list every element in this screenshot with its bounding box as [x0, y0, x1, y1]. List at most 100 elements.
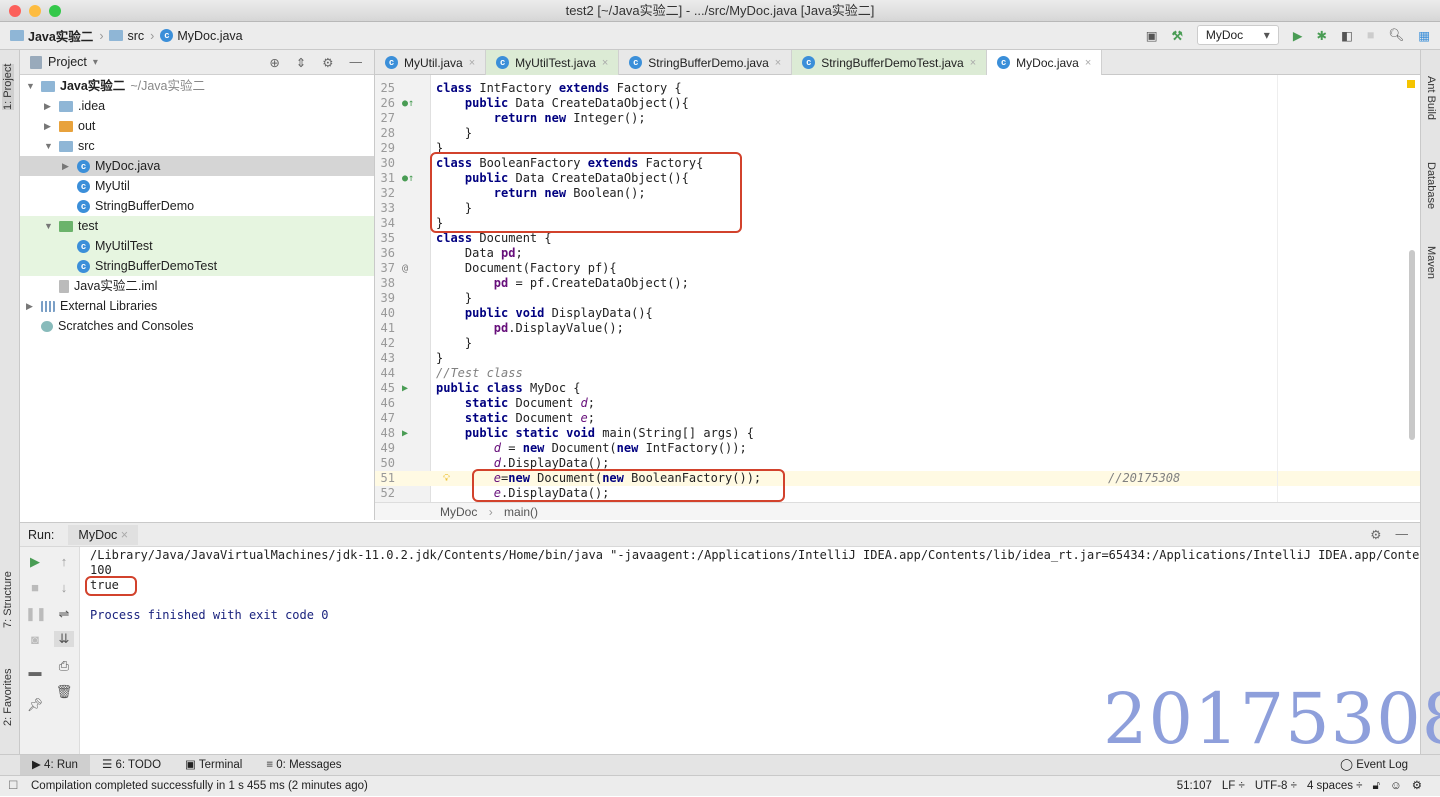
line-number: 29: [380, 141, 395, 155]
run-icon[interactable]: ▶: [1293, 28, 1303, 43]
gear-icon[interactable]: ⚙: [1370, 527, 1381, 542]
expand-arrow-icon[interactable]: ▼: [44, 136, 54, 156]
tree-item[interactable]: c StringBufferDemoTest: [20, 256, 374, 276]
gear-icon[interactable]: ⚙: [322, 55, 333, 70]
tree-item[interactable]: ▼ Java实验二 ~/Java实验二: [20, 76, 374, 96]
tree-item[interactable]: c MyUtil: [20, 176, 374, 196]
scroll-to-end-icon[interactable]: ⇊: [54, 631, 74, 647]
project-structure-icon[interactable]: ▦: [1418, 28, 1430, 43]
debug-bug-icon[interactable]: ✱: [1316, 28, 1326, 43]
close-tab-icon[interactable]: ×: [469, 57, 475, 69]
print-icon[interactable]: ⎙: [54, 658, 74, 674]
camera-icon[interactable]: ◙: [25, 632, 45, 647]
tree-item[interactable]: c StringBufferDemo: [20, 196, 374, 216]
editor-tab[interactable]: c MyUtilTest.java ×: [486, 50, 620, 75]
crumb-method[interactable]: main(): [504, 505, 538, 519]
tab-label: MyDoc.java: [1016, 55, 1079, 70]
expand-arrow-icon[interactable]: ▶: [44, 96, 54, 116]
pause-icon[interactable]: ❚❚: [25, 606, 47, 622]
locate-crosshair-icon[interactable]: ⊕: [269, 55, 279, 70]
hector-icon[interactable]: ☺: [1390, 776, 1402, 797]
editor-scrollbar[interactable]: [1409, 250, 1415, 440]
tool-tab-maven[interactable]: Maven: [1425, 246, 1437, 279]
hide-panel-icon[interactable]: —: [350, 55, 363, 70]
search-icon[interactable]: 🔍︎: [1388, 28, 1404, 43]
breadcrumb-src[interactable]: src: [109, 29, 144, 43]
crumb-class[interactable]: MyDoc: [440, 505, 477, 519]
close-tab-icon[interactable]: ×: [970, 57, 976, 69]
editor-tab[interactable]: c StringBufferDemo.java ×: [619, 50, 793, 75]
editor-tab[interactable]: c StringBufferDemoTest.java ×: [792, 50, 988, 75]
crumb-label: src: [127, 28, 145, 43]
close-window-button[interactable]: [9, 5, 21, 17]
expand-arrow-icon[interactable]: ▼: [44, 216, 54, 236]
run-tab-mydoc[interactable]: MyDoc ×: [68, 524, 139, 545]
code-editor[interactable]: 25 class IntFactory extends Factory {26 ●↑…: [375, 75, 1420, 502]
editor-tab[interactable]: c MyDoc.java ×: [987, 50, 1103, 75]
lock-icon[interactable]: 🔓︎: [1372, 776, 1379, 797]
code-text: public Data CreateDataObject(){: [436, 96, 689, 111]
tree-item[interactable]: ▶ out: [20, 116, 374, 136]
soft-wrap-icon[interactable]: ⇌: [54, 606, 74, 622]
caret-position[interactable]: 51:107: [1177, 776, 1212, 797]
tool-tab-messages[interactable]: ≡ 0: Messages: [254, 755, 353, 776]
breadcrumb-project[interactable]: Java实验二: [10, 26, 93, 45]
event-log-button[interactable]: ◯ Event Log: [1328, 755, 1420, 776]
tree-item[interactable]: ▼ src: [20, 136, 374, 156]
inspection-status-icon[interactable]: [1407, 80, 1415, 88]
collapse-all-icon[interactable]: ⇕: [296, 55, 306, 70]
run-panel-icon[interactable]: ▣: [1146, 28, 1158, 43]
breadcrumb-file[interactable]: c MyDoc.java: [160, 29, 243, 43]
build-hammer-icon[interactable]: ⚒: [1172, 28, 1183, 43]
encoding-select[interactable]: UTF-8 ÷: [1255, 776, 1297, 797]
tool-tab-run[interactable]: ▶ 4: Run: [20, 754, 90, 776]
up-arrow-icon[interactable]: ↑: [54, 554, 74, 569]
code-token: Factory {: [609, 81, 682, 95]
tool-tab-ant-build[interactable]: Ant Build: [1425, 76, 1437, 120]
hide-panel-icon[interactable]: —: [1396, 527, 1409, 542]
stop-icon[interactable]: ■: [25, 580, 45, 595]
tree-item[interactable]: ▶ c MyDoc.java: [20, 156, 374, 176]
tree-item[interactable]: c MyUtilTest: [20, 236, 374, 256]
tree-item[interactable]: ▶ External Libraries: [20, 296, 374, 316]
tool-tab-structure[interactable]: 7: Structure: [2, 571, 14, 628]
expand-arrow-icon[interactable]: ▶: [44, 116, 54, 136]
close-tab-icon[interactable]: ×: [602, 57, 608, 69]
tool-tab-favorites[interactable]: 2: Favorites: [2, 669, 14, 726]
project-view-select[interactable]: Project: [48, 55, 87, 69]
tree-item[interactable]: Scratches and Consoles: [20, 316, 374, 336]
tool-tab-project[interactable]: 1: Project: [2, 63, 14, 110]
expand-arrow-icon[interactable]: ▶: [62, 156, 72, 176]
tree-item[interactable]: ▶ .idea: [20, 96, 374, 116]
close-tab-icon[interactable]: ×: [775, 57, 781, 69]
pin-icon[interactable]: 📌︎: [25, 697, 45, 713]
class-icon: c: [77, 159, 90, 173]
layout-icon[interactable]: ▬: [25, 664, 45, 679]
tool-tab-database[interactable]: Database: [1425, 162, 1437, 209]
close-tab-icon[interactable]: ×: [1085, 57, 1091, 69]
tree-item[interactable]: Java实验二.iml: [20, 276, 374, 296]
run-configuration-select[interactable]: MyDoc ▾: [1196, 25, 1279, 45]
tree-item[interactable]: ▼ test: [20, 216, 374, 236]
stop-icon[interactable]: ■: [1367, 28, 1375, 42]
memory-icon[interactable]: ⚙: [1412, 776, 1422, 797]
expand-arrow-icon[interactable]: ▼: [26, 76, 36, 96]
rerun-icon[interactable]: ▶: [25, 554, 45, 570]
editor-tab[interactable]: c MyUtil.java ×: [375, 50, 487, 75]
tool-tab-todo[interactable]: ☰ 6: TODO: [90, 755, 173, 776]
expand-arrow-icon[interactable]: ▶: [26, 296, 36, 316]
trash-icon[interactable]: 🗑︎: [54, 684, 74, 700]
minimize-window-button[interactable]: [29, 5, 41, 17]
coverage-icon[interactable]: ◧: [1341, 28, 1353, 43]
maximize-window-button[interactable]: [49, 5, 61, 17]
indent-select[interactable]: 4 spaces ÷: [1307, 776, 1363, 797]
run-gutter-icon[interactable]: ▶: [402, 381, 408, 396]
tool-tab-terminal[interactable]: ▣ Terminal: [173, 755, 254, 776]
run-gutter-icon[interactable]: ▶: [402, 426, 408, 441]
right-margin-guide: [1277, 75, 1278, 502]
down-arrow-icon[interactable]: ↓: [54, 580, 74, 595]
line-separator-select[interactable]: LF ÷: [1222, 776, 1245, 797]
toggle-tool-windows-icon[interactable]: ☐: [8, 776, 18, 797]
left-tool-stripe: 1: Project 7: Structure 2: Favorites: [0, 50, 20, 754]
